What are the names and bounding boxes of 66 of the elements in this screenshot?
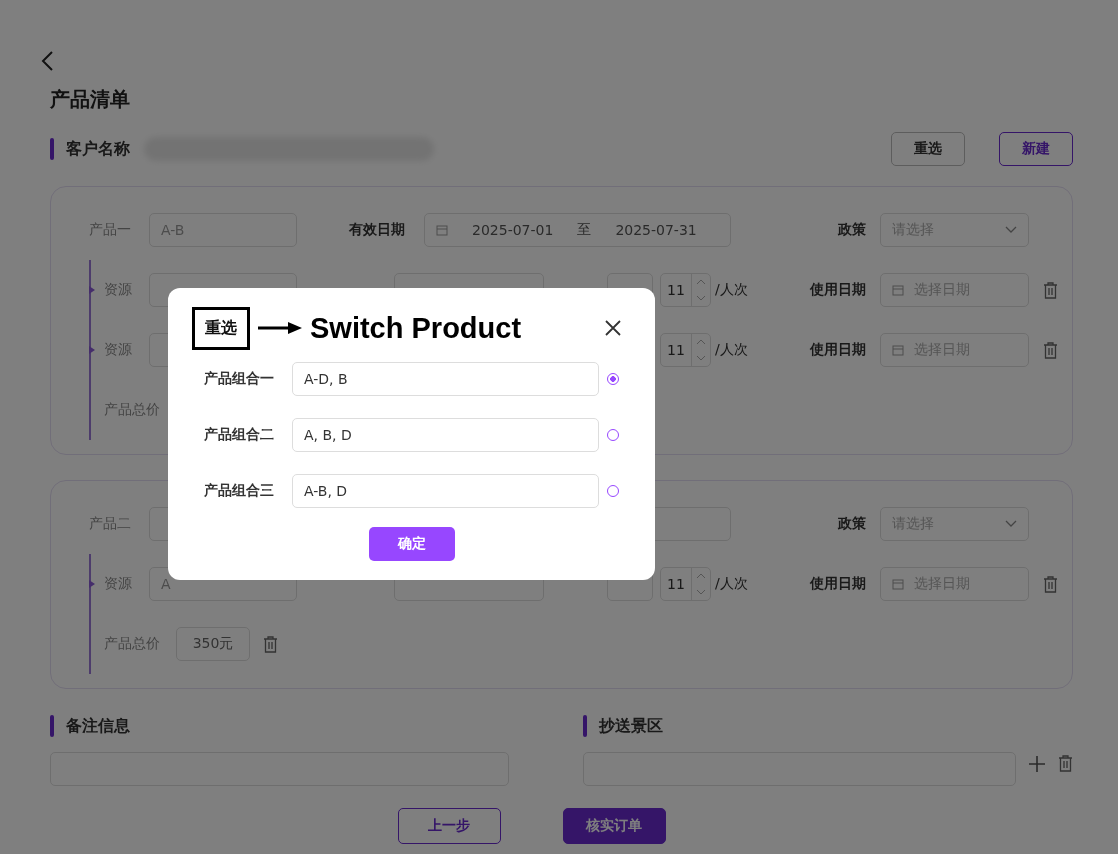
calendar-icon (892, 344, 904, 356)
page-title: 产品清单 (50, 86, 131, 113)
calendar-icon (892, 578, 904, 590)
header-button[interactable]: 重选 (891, 132, 965, 166)
increment-icon[interactable] (696, 573, 706, 579)
use-date-label: 使用日期 (809, 341, 866, 359)
dialog-title: Switch Product (310, 311, 522, 345)
arrow-icon (258, 321, 302, 335)
combination-label: 产品组合一 (203, 370, 275, 388)
tree-node-icon (89, 580, 95, 588)
policy-label: 政策 (837, 221, 866, 239)
trash-icon[interactable] (263, 635, 278, 653)
section-marker (50, 715, 54, 737)
tree-node-icon (89, 286, 95, 294)
trash-icon[interactable] (1042, 575, 1058, 593)
decrement-icon[interactable] (696, 355, 706, 361)
section-marker (582, 715, 587, 737)
date-to-text: 2025-07-31 (615, 222, 697, 238)
annotation-box: 重选 (192, 306, 250, 350)
quantity-stepper[interactable]: 11 (660, 333, 711, 367)
increment-icon[interactable] (696, 279, 706, 285)
product-label: 产品一 (89, 221, 132, 239)
resource-label: 资源 (104, 575, 133, 593)
calendar-icon (892, 284, 904, 296)
unit-label: /人次 (715, 341, 748, 359)
calendar-icon (436, 224, 448, 236)
date-range-field[interactable]: 2025-07-01 至 2025-07-31 (424, 213, 731, 247)
date-from-text: 2025-07-01 (472, 222, 554, 238)
confirm-button[interactable]: 确定 (368, 527, 455, 561)
header-button[interactable]: 新建 (999, 132, 1073, 166)
valid-date-label: 有效日期 (349, 221, 405, 237)
trash-icon[interactable] (1058, 755, 1073, 772)
quantity-stepper[interactable]: 11 (660, 273, 711, 307)
close-icon[interactable] (605, 320, 621, 336)
unit-label: /人次 (715, 575, 748, 593)
plus-icon[interactable] (1028, 754, 1046, 773)
combination-field: A, B, D (292, 418, 599, 452)
unit-label: /人次 (715, 281, 748, 299)
use-date-label: 使用日期 (809, 575, 866, 593)
cc-scenic-label: 抄送景区 (598, 715, 663, 737)
footer-button[interactable]: 核实订单 (562, 808, 666, 844)
quantity-stepper[interactable]: 11 (660, 567, 711, 601)
customer-name-label: 客户名称 (66, 138, 130, 160)
decrement-icon[interactable] (696, 589, 706, 595)
resource-label: 资源 (104, 281, 133, 299)
trash-icon[interactable] (1042, 281, 1058, 299)
section-marker (50, 138, 54, 160)
chevron-down-icon (1005, 520, 1017, 528)
combination-label: 产品组合二 (203, 426, 275, 444)
radio-button[interactable] (607, 373, 619, 385)
policy-label: 政策 (837, 515, 866, 533)
increment-icon[interactable] (696, 339, 706, 345)
combination-field: A-D, B (292, 362, 599, 396)
combination-label: 产品组合三 (203, 482, 275, 500)
resource-label: 资源 (104, 341, 133, 359)
trash-icon[interactable] (1042, 341, 1058, 359)
back-icon[interactable] (40, 50, 54, 72)
footer-button[interactable]: 上一步 (397, 808, 501, 844)
tree-node-icon (89, 346, 95, 354)
combination-field: A-B, D (292, 474, 599, 508)
date-separator: 至 (577, 221, 592, 239)
total-price-field: 350元 (176, 627, 250, 661)
use-date-label: 使用日期 (809, 281, 866, 299)
decrement-icon[interactable] (696, 295, 706, 301)
chevron-down-icon (1005, 226, 1017, 234)
remarks-label: 备注信息 (66, 715, 130, 737)
